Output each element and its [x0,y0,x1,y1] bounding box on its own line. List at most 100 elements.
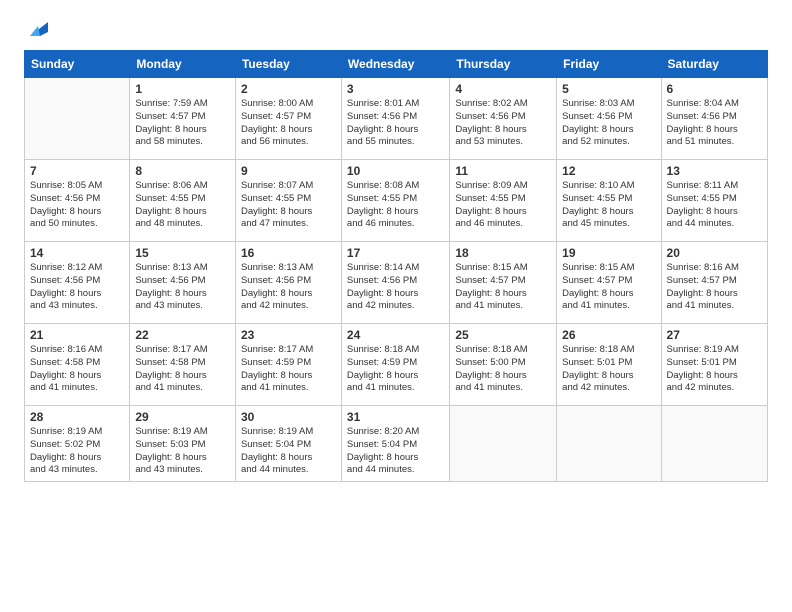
day-info: Sunrise: 8:10 AMSunset: 4:55 PMDaylight:… [562,180,655,231]
day-number: 14 [30,246,124,260]
day-number: 13 [667,164,762,178]
day-number: 17 [347,246,444,260]
week-row-3: 14 Sunrise: 8:12 AMSunset: 4:56 PMDayligh… [25,242,768,324]
day-info: Sunrise: 8:01 AMSunset: 4:56 PMDaylight:… [347,98,444,149]
day-cell: 24Sunrise: 8:18 AMSunset: 4:59 PMDayligh… [341,324,449,406]
day-number: 15 [135,246,230,260]
day-number: 9 [241,164,336,178]
day-cell [450,406,557,482]
day-cell: 15 Sunrise: 8:13 AMSunset: 4:56 PMDayligh… [130,242,236,324]
day-cell: 29 Sunrise: 8:19 AMSunset: 5:03 PMDayligh… [130,406,236,482]
day-cell: 4Sunrise: 8:02 AMSunset: 4:56 PMDaylight… [450,78,557,160]
day-number: 5 [562,82,655,96]
day-cell: 28 Sunrise: 8:19 AMSunset: 5:02 PMDayligh… [25,406,130,482]
logo [24,20,48,40]
header-tuesday: Tuesday [235,51,341,78]
day-number: 2 [241,82,336,96]
day-number: 26 [562,328,655,342]
day-number: 23 [241,328,336,342]
day-info: Sunrise: 8:16 AMSunset: 4:57 PMDaylight:… [667,262,762,313]
day-number: 21 [30,328,124,342]
header-thursday: Thursday [450,51,557,78]
day-cell: 17 Sunrise: 8:14 AMSunset: 4:56 PMDayligh… [341,242,449,324]
day-cell: 2Sunrise: 8:00 AMSunset: 4:57 PMDaylight… [235,78,341,160]
day-cell: 20 Sunrise: 8:16 AMSunset: 4:57 PMDayligh… [661,242,767,324]
day-cell [661,406,767,482]
day-info: Sunrise: 8:15 AMSunset: 4:57 PMDaylight:… [455,262,551,313]
day-number: 22 [135,328,230,342]
day-info: Sunrise: 8:13 AMSunset: 4:56 PMDaylight:… [135,262,230,313]
day-cell: 6 Sunrise: 8:04 AMSunset: 4:56 PMDaylight… [661,78,767,160]
day-cell: 22 Sunrise: 8:17 AMSunset: 4:58 PMDayligh… [130,324,236,406]
day-info: Sunrise: 8:11 AMSunset: 4:55 PMDaylight:… [667,180,762,231]
day-cell [25,78,130,160]
header [24,20,768,40]
day-info: Sunrise: 8:19 AMSunset: 5:01 PMDaylight:… [667,344,762,395]
day-info: Sunrise: 8:17 AMSunset: 4:59 PMDaylight:… [241,344,336,395]
week-row-2: 7 Sunrise: 8:05 AMSunset: 4:56 PMDaylight… [25,160,768,242]
day-number: 19 [562,246,655,260]
calendar-table: SundayMondayTuesdayWednesdayThursdayFrid… [24,50,768,482]
day-info: Sunrise: 8:17 AMSunset: 4:58 PMDaylight:… [135,344,230,395]
day-cell: 19 Sunrise: 8:15 AMSunset: 4:57 PMDayligh… [557,242,661,324]
day-number: 16 [241,246,336,260]
day-info: Sunrise: 8:19 AMSunset: 5:04 PMDaylight:… [241,426,336,477]
day-info: Sunrise: 8:18 AMSunset: 5:00 PMDaylight:… [455,344,551,395]
day-cell: 12Sunrise: 8:10 AMSunset: 4:55 PMDayligh… [557,160,661,242]
week-row-4: 21Sunrise: 8:16 AMSunset: 4:58 PMDayligh… [25,324,768,406]
day-cell: 21Sunrise: 8:16 AMSunset: 4:58 PMDayligh… [25,324,130,406]
day-cell: 10Sunrise: 8:08 AMSunset: 4:55 PMDayligh… [341,160,449,242]
day-info: Sunrise: 7:59 AMSunset: 4:57 PMDaylight:… [135,98,230,149]
day-info: Sunrise: 8:20 AMSunset: 5:04 PMDaylight:… [347,426,444,477]
day-cell: 3 Sunrise: 8:01 AMSunset: 4:56 PMDaylight… [341,78,449,160]
day-info: Sunrise: 8:15 AMSunset: 4:57 PMDaylight:… [562,262,655,313]
day-number: 6 [667,82,762,96]
day-info: Sunrise: 8:09 AMSunset: 4:55 PMDaylight:… [455,180,551,231]
logo-icon [26,18,48,40]
day-number: 18 [455,246,551,260]
week-row-1: 1 Sunrise: 7:59 AMSunset: 4:57 PMDaylight… [25,78,768,160]
day-cell: 14 Sunrise: 8:12 AMSunset: 4:56 PMDayligh… [25,242,130,324]
day-info: Sunrise: 8:02 AMSunset: 4:56 PMDaylight:… [455,98,551,149]
day-info: Sunrise: 8:14 AMSunset: 4:56 PMDaylight:… [347,262,444,313]
day-cell: 30Sunrise: 8:19 AMSunset: 5:04 PMDayligh… [235,406,341,482]
day-cell [557,406,661,482]
header-wednesday: Wednesday [341,51,449,78]
day-info: Sunrise: 8:07 AMSunset: 4:55 PMDaylight:… [241,180,336,231]
header-saturday: Saturday [661,51,767,78]
day-cell: 26Sunrise: 8:18 AMSunset: 5:01 PMDayligh… [557,324,661,406]
day-info: Sunrise: 8:18 AMSunset: 4:59 PMDaylight:… [347,344,444,395]
header-monday: Monday [130,51,236,78]
day-cell: 1 Sunrise: 7:59 AMSunset: 4:57 PMDaylight… [130,78,236,160]
day-number: 20 [667,246,762,260]
day-number: 28 [30,410,124,424]
day-cell: 5Sunrise: 8:03 AMSunset: 4:56 PMDaylight… [557,78,661,160]
page: SundayMondayTuesdayWednesdayThursdayFrid… [0,0,792,612]
day-info: Sunrise: 8:19 AMSunset: 5:02 PMDaylight:… [30,426,124,477]
day-cell: 25 Sunrise: 8:18 AMSunset: 5:00 PMDayligh… [450,324,557,406]
day-number: 8 [135,164,230,178]
day-number: 25 [455,328,551,342]
header-row: SundayMondayTuesdayWednesdayThursdayFrid… [25,51,768,78]
day-cell: 23 Sunrise: 8:17 AMSunset: 4:59 PMDayligh… [235,324,341,406]
day-number: 29 [135,410,230,424]
day-number: 3 [347,82,444,96]
day-number: 1 [135,82,230,96]
day-info: Sunrise: 8:04 AMSunset: 4:56 PMDaylight:… [667,98,762,149]
day-info: Sunrise: 8:05 AMSunset: 4:56 PMDaylight:… [30,180,124,231]
day-cell: 8Sunrise: 8:06 AMSunset: 4:55 PMDaylight… [130,160,236,242]
day-cell: 31 Sunrise: 8:20 AMSunset: 5:04 PMDayligh… [341,406,449,482]
day-number: 31 [347,410,444,424]
day-cell: 11Sunrise: 8:09 AMSunset: 4:55 PMDayligh… [450,160,557,242]
week-row-5: 28 Sunrise: 8:19 AMSunset: 5:02 PMDayligh… [25,406,768,482]
day-number: 7 [30,164,124,178]
day-cell: 16Sunrise: 8:13 AMSunset: 4:56 PMDayligh… [235,242,341,324]
day-info: Sunrise: 8:19 AMSunset: 5:03 PMDaylight:… [135,426,230,477]
day-cell: 9 Sunrise: 8:07 AMSunset: 4:55 PMDaylight… [235,160,341,242]
day-info: Sunrise: 8:12 AMSunset: 4:56 PMDaylight:… [30,262,124,313]
header-friday: Friday [557,51,661,78]
day-number: 27 [667,328,762,342]
day-cell: 18 Sunrise: 8:15 AMSunset: 4:57 PMDayligh… [450,242,557,324]
day-number: 10 [347,164,444,178]
day-cell: 13 Sunrise: 8:11 AMSunset: 4:55 PMDayligh… [661,160,767,242]
